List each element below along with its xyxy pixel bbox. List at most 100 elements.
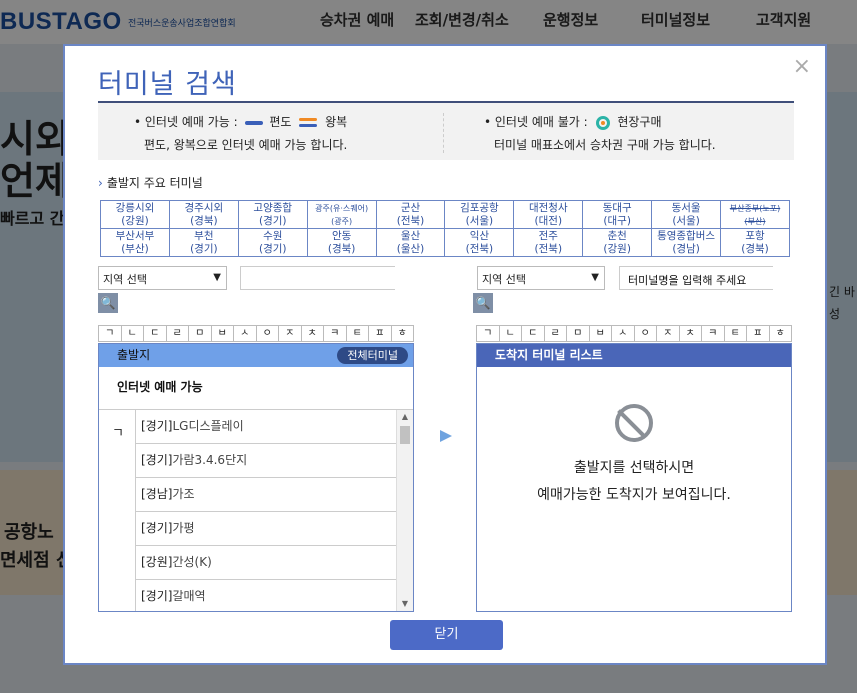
- scroll-down-icon[interactable]: ▼: [397, 597, 413, 611]
- initial-filter-item[interactable]: ㅁ: [566, 325, 589, 342]
- initial-filter-item[interactable]: ㅋ: [323, 325, 346, 342]
- legend-roundtrip-label: 왕복: [325, 115, 348, 129]
- close-button[interactable]: 닫기: [390, 620, 503, 650]
- major-terminals-table: 강릉시외 (강원) 경주시외 (경북) 고양종합 (경기) 광주(유·스퀘어) (광주)…: [100, 200, 790, 257]
- initial-filter-item[interactable]: ㅍ: [368, 325, 391, 342]
- destination-search-icon[interactable]: 🔍: [473, 293, 493, 313]
- legend-divider: [443, 113, 444, 153]
- initial-filter-item[interactable]: ㅊ: [678, 325, 701, 342]
- major-terminal[interactable]: 통영종합버스 (경남): [651, 228, 722, 257]
- major-terminal[interactable]: 대전청사 (대전): [513, 200, 584, 229]
- destination-panel-header: 도착지 터미널 리스트: [477, 344, 791, 367]
- initial-column: ㄱ: [99, 410, 136, 611]
- arrow-right-icon: [440, 430, 452, 442]
- initial-filter-item[interactable]: ㅈ: [278, 325, 301, 342]
- major-terminal[interactable]: 춘천 (강원): [582, 228, 653, 257]
- terminal-list-item[interactable]: [강원]간성(K): [135, 546, 397, 580]
- terminal-list: [경기]LG디스플레이 [경기]가람3.4.6단지 [경남]가조 [경기]가평 …: [135, 410, 397, 611]
- departure-initial-filter: ㄱ ㄴ ㄷ ㄹ ㅁ ㅂ ㅅ ㅇ ㅈ ㅊ ㅋ ㅌ ㅍ ㅎ: [98, 325, 414, 342]
- all-terminals-button[interactable]: 전체터미널: [337, 347, 408, 364]
- destination-initial-filter: ㄱ ㄴ ㄷ ㄹ ㅁ ㅂ ㅅ ㅇ ㅈ ㅊ ㅋ ㅌ ㅍ ㅎ: [476, 325, 792, 342]
- roundtrip-icon: [299, 117, 318, 129]
- initial-filter-item[interactable]: ㅇ: [255, 325, 278, 342]
- terminal-list-item[interactable]: [경기]가람3.4.6단지: [135, 444, 397, 478]
- major-terminal[interactable]: 동서울 (서울): [651, 200, 722, 229]
- terminal-list-scrollbar[interactable]: ▲ ▼: [396, 410, 413, 611]
- initial-filter-item[interactable]: ㄴ: [120, 325, 143, 342]
- terminal-list-item[interactable]: [경기]LG디스플레이: [135, 410, 397, 444]
- initial-filter-item[interactable]: ㄱ: [476, 325, 499, 342]
- destination-search-input[interactable]: 터미널명을 입력해 주세요: [619, 266, 773, 290]
- major-terminal[interactable]: 안동 (경북): [306, 228, 377, 257]
- legend-possible-desc: 편도, 왕복으로 인터넷 예매 가능 합니다.: [144, 138, 348, 152]
- initial-filter-item[interactable]: ㅎ: [390, 325, 414, 342]
- initial-filter-item[interactable]: ㄱ: [98, 325, 121, 342]
- modal-title: 터미널 검색: [98, 69, 237, 100]
- legend-possible-label: • 인터넷 예매 가능 :: [134, 115, 238, 129]
- major-terminal[interactable]: 김포공항 (서울): [444, 200, 515, 229]
- terminal-list-item[interactable]: [경기]가평: [135, 512, 397, 546]
- initial-filter-item[interactable]: ㄴ: [498, 325, 521, 342]
- major-terminal[interactable]: 동대구 (대구): [582, 200, 653, 229]
- initial-filter-item[interactable]: ㅁ: [188, 325, 211, 342]
- initial-filter-item[interactable]: ㅇ: [633, 325, 656, 342]
- initial-filter-item[interactable]: ㅌ: [345, 325, 368, 342]
- major-terminal[interactable]: 군산 (전북): [375, 200, 446, 229]
- major-terminal[interactable]: 고양종합 (경기): [237, 200, 308, 229]
- destination-region-select[interactable]: 지역 선택 ▼: [477, 266, 605, 290]
- major-terminal[interactable]: 광주(유·스퀘어) (광주): [306, 200, 377, 229]
- legend-onsite-label: 현장구매: [617, 115, 662, 129]
- major-terminal[interactable]: 울산 (울산): [375, 228, 446, 257]
- chevron-down-icon: ▼: [591, 272, 599, 283]
- major-terminal[interactable]: 강릉시외 (강원): [100, 200, 170, 229]
- departure-search-icon[interactable]: 🔍: [98, 293, 118, 313]
- departure-region-select[interactable]: 지역 선택 ▼: [98, 266, 227, 290]
- major-terminal[interactable]: 수원 (경기): [237, 228, 308, 257]
- scroll-up-icon[interactable]: ▲: [397, 410, 413, 424]
- departure-panel: 출발지 전체터미널 인터넷 예매 가능 ㄱ [경기]LG디스플레이 [경기]가람…: [98, 343, 414, 612]
- initial-filter-item[interactable]: ㅂ: [210, 325, 233, 342]
- initial-filter-item[interactable]: ㅅ: [233, 325, 256, 342]
- major-terminal[interactable]: 익산 (전북): [444, 228, 515, 257]
- initial-filter-item[interactable]: ㅎ: [768, 325, 792, 342]
- legend-impossible-desc: 터미널 매표소에서 승차권 구매 가능 합니다.: [494, 138, 716, 152]
- terminal-list-item[interactable]: [경남]가조: [135, 478, 397, 512]
- legend-impossible: • 인터넷 예매 불가 : 현장구매 터미널 매표소에서 승차권 구매 가능 합…: [484, 113, 716, 153]
- chevron-right-icon: ›: [98, 176, 103, 190]
- no-entry-icon: [615, 404, 653, 442]
- departure-panel-header: 출발지 전체터미널: [99, 344, 413, 367]
- close-icon[interactable]: ×: [793, 54, 811, 79]
- chevron-down-icon: ▼: [213, 272, 221, 283]
- legend-oneway-label: 편도: [269, 115, 292, 129]
- major-terminal[interactable]: 부천 (경기): [168, 228, 239, 257]
- current-initial: ㄱ: [112, 426, 124, 441]
- departure-search-input[interactable]: [240, 266, 395, 290]
- legend-possible: • 인터넷 예매 가능 : 편도 왕복 편도, 왕복으로 인터넷 예매 가능 합…: [134, 113, 347, 153]
- major-terminal[interactable]: 포항 (경북): [720, 228, 790, 257]
- major-terminal[interactable]: 부산서부 (부산): [100, 228, 170, 257]
- major-terminal[interactable]: 부산종부(노포) (부산): [720, 200, 790, 229]
- initial-filter-item[interactable]: ㅈ: [656, 325, 679, 342]
- initial-filter-item[interactable]: ㄷ: [143, 325, 166, 342]
- destination-panel: 도착지 터미널 리스트 출발지를 선택하시면 예매가능한 도착지가 보여집니다.: [476, 343, 792, 612]
- initial-filter-item[interactable]: ㄹ: [165, 325, 188, 342]
- initial-filter-item[interactable]: ㅅ: [611, 325, 634, 342]
- initial-filter-item[interactable]: ㅌ: [723, 325, 746, 342]
- initial-filter-item[interactable]: ㄷ: [521, 325, 544, 342]
- initial-filter-item[interactable]: ㅍ: [746, 325, 769, 342]
- initial-filter-item[interactable]: ㅊ: [300, 325, 323, 342]
- initial-filter-item[interactable]: ㅋ: [701, 325, 724, 342]
- major-terminals-row: 부산서부 (부산) 부천 (경기) 수원 (경기) 안동 (경북) 울산 (울산) 익산(…: [100, 228, 790, 257]
- scroll-thumb[interactable]: [400, 426, 410, 444]
- onsite-icon: [595, 115, 610, 130]
- initial-filter-item[interactable]: ㄹ: [543, 325, 566, 342]
- major-terminals-title: › 출발지 주요 터미널: [98, 176, 203, 190]
- major-terminal[interactable]: 경주시외 (경북): [168, 200, 239, 229]
- legend-impossible-label: • 인터넷 예매 불가 :: [484, 115, 588, 129]
- major-terminal[interactable]: 전주 (전북): [513, 228, 584, 257]
- terminal-list-item[interactable]: [경기]갈매역: [135, 580, 397, 611]
- oneway-icon: [244, 120, 263, 125]
- initial-filter-item[interactable]: ㅂ: [588, 325, 611, 342]
- departure-terminal-list: ㄱ [경기]LG디스플레이 [경기]가람3.4.6단지 [경남]가조 [경기]가…: [99, 409, 413, 611]
- terminal-search-modal: 터미널 검색 × • 인터넷 예매 가능 : 편도 왕복 편도, 왕복으로 인터…: [63, 44, 827, 665]
